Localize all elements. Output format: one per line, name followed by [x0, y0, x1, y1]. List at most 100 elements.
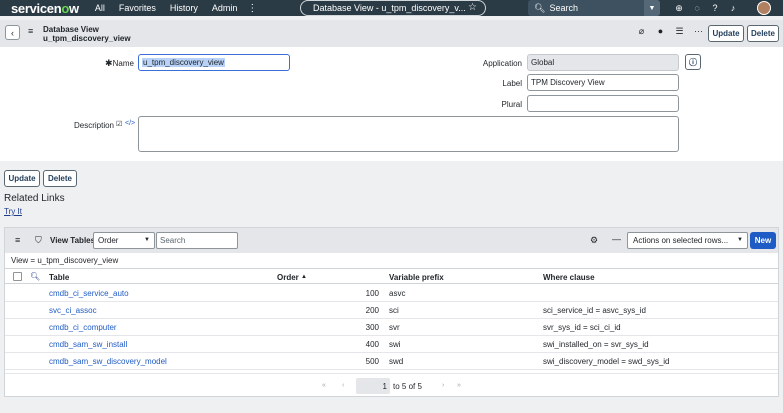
row-prefix: svr — [389, 323, 400, 332]
name-label: Name — [112, 59, 134, 68]
description-label: Description — [73, 121, 114, 130]
col-where-clause[interactable]: Where clause — [543, 273, 595, 282]
last-page-icon[interactable]: » — [457, 382, 461, 389]
nav-admin[interactable]: Admin — [212, 3, 238, 13]
page-number-input[interactable]: 1 — [356, 378, 390, 394]
row-order: 300 — [365, 323, 379, 332]
update-button-top[interactable]: Update — [708, 25, 744, 42]
chat-icon[interactable]: ◌ — [688, 3, 706, 13]
logo-text-end: w — [69, 0, 79, 16]
search-field-select[interactable]: Order ▼ — [93, 232, 155, 249]
new-button[interactable]: New — [750, 232, 776, 249]
settings-sliders-icon[interactable]: ☰ — [670, 26, 689, 37]
back-button[interactable]: ‹ — [5, 25, 20, 40]
col-table[interactable]: Table — [49, 273, 69, 282]
row-table-link[interactable]: cmdb_ci_service_auto — [49, 289, 129, 298]
logo-text-o: o — [61, 0, 70, 16]
logo-text-start: servicen — [11, 0, 62, 16]
more-menu-icon[interactable]: ⋮ — [247, 3, 257, 14]
row-table-link[interactable]: cmdb_sam_sw_discovery_model — [49, 357, 167, 366]
user-avatar[interactable] — [757, 1, 771, 15]
form-context-menu-icon[interactable]: ≡ — [28, 26, 33, 36]
table-row: cmdb_sam_sw_install 400 swi swi_installe… — [5, 336, 778, 353]
list-header: ≡ ⛉ View Tables Order ▼ Search ⚙ — Actio… — [5, 228, 778, 253]
top-navigation-bar: servicenow All Favorites History Admin ⋮… — [0, 0, 783, 16]
col-variable-prefix[interactable]: Variable prefix — [389, 273, 444, 282]
delete-button-top[interactable]: Delete — [747, 25, 779, 42]
table-row: svc_ci_assoc 200 sci sci_service_id = as… — [5, 302, 778, 319]
attachment-icon[interactable]: ⌀ — [632, 26, 651, 37]
list-menu-icon[interactable]: ≡ — [15, 235, 20, 245]
first-page-icon[interactable]: « — [322, 382, 326, 389]
name-value: u_tpm_discovery_view — [142, 58, 225, 67]
spell-check-icon[interactable]: ☑ — [116, 120, 122, 128]
plural-input[interactable] — [527, 95, 679, 112]
row-table-link[interactable]: svc_ci_assoc — [49, 306, 97, 315]
row-where: swi_installed_on = svr_sys_id — [543, 340, 649, 349]
select-all-checkbox[interactable] — [13, 272, 22, 281]
gear-icon[interactable]: ⚙ — [590, 235, 598, 246]
actions-value: Actions on selected rows... — [633, 236, 729, 245]
list-title: View Tables — [50, 236, 96, 245]
page-range-text: to 5 of 5 — [393, 382, 422, 391]
list-search-input[interactable]: Search — [156, 232, 238, 249]
info-icon[interactable]: ⓘ — [685, 54, 701, 70]
try-it-link[interactable]: Try It — [4, 207, 22, 216]
application-field: Global — [527, 54, 679, 71]
label-label: Label — [502, 79, 522, 88]
row-prefix: sci — [389, 306, 399, 315]
form-body: ✱ Name u_tpm_discovery_view Application … — [0, 47, 783, 161]
name-input[interactable]: u_tpm_discovery_view — [138, 54, 290, 71]
table-row: cmdb_sam_sw_discovery_model 500 swd swi_… — [5, 353, 778, 370]
previous-page-icon[interactable]: ‹ — [342, 382, 344, 389]
more-options-icon[interactable]: ··· — [689, 26, 708, 37]
favorite-star-icon[interactable]: ☆ — [468, 2, 477, 13]
form-header: ‹ ≡ Database View u_tpm_discovery_view ⌀… — [0, 20, 783, 47]
col-order[interactable]: Order — [277, 273, 299, 282]
list-pager: « ‹ 1 to 5 of 5 › » — [5, 373, 778, 397]
description-textarea[interactable] — [138, 116, 679, 152]
row-where: svr_sys_id = sci_ci_id — [543, 323, 621, 332]
row-prefix: swd — [389, 357, 404, 366]
row-order: 500 — [365, 357, 379, 366]
nav-history[interactable]: History — [170, 3, 198, 13]
row-table-link[interactable]: cmdb_sam_sw_install — [49, 340, 127, 349]
label-input[interactable]: TPM Discovery View — [527, 74, 679, 91]
chevron-down-icon: ▼ — [144, 237, 150, 243]
help-circle-icon[interactable]: ● — [651, 26, 670, 37]
collapse-icon[interactable]: — — [612, 234, 621, 244]
update-button-bottom[interactable]: Update — [4, 170, 40, 187]
view-tables-list: ≡ ⛉ View Tables Order ▼ Search ⚙ — Actio… — [4, 227, 779, 397]
column-search-icon[interactable]: 🔍︎ — [30, 272, 40, 281]
list-breadcrumb[interactable]: View = u_tpm_discovery_view — [11, 256, 118, 265]
delete-button-bottom[interactable]: Delete — [43, 170, 77, 187]
nav-all[interactable]: All — [95, 3, 105, 13]
column-header-row: 🔍︎ Table Order ▲ Variable prefix Where c… — [5, 268, 778, 284]
context-title: Database View - u_tpm_discovery_v... — [313, 3, 466, 13]
help-icon[interactable]: ? — [706, 3, 724, 13]
search-field-value: Order — [98, 236, 119, 245]
notifications-bell-icon[interactable]: ♪ — [724, 3, 742, 13]
table-row: cmdb_ci_computer 300 svr svr_sys_id = sc… — [5, 319, 778, 336]
row-order: 400 — [365, 340, 379, 349]
actions-select[interactable]: Actions on selected rows... ▼ — [627, 232, 748, 249]
row-where: swi_discovery_model = swd_sys_id — [543, 357, 670, 366]
context-title-pill[interactable]: Database View - u_tpm_discovery_v... ☆ — [300, 0, 486, 16]
search-dropdown-icon[interactable]: ▼ — [644, 0, 660, 16]
row-where: sci_service_id = asvc_sys_id — [543, 306, 646, 315]
search-icon: 🔍︎ — [534, 2, 546, 13]
code-icon[interactable]: </> — [125, 120, 135, 127]
form-record-name: u_tpm_discovery_view — [43, 34, 131, 43]
global-search-input[interactable]: 🔍︎ Search ▼ — [528, 0, 660, 16]
chevron-down-icon: ▼ — [737, 237, 743, 243]
application-label: Application — [482, 59, 522, 68]
next-page-icon[interactable]: › — [442, 382, 444, 389]
nav-favorites[interactable]: Favorites — [119, 3, 156, 13]
chevron-left-icon: ‹ — [11, 27, 14, 38]
filter-icon[interactable]: ⛉ — [35, 235, 42, 246]
related-links-heading: Related Links — [4, 193, 65, 204]
row-table-link[interactable]: cmdb_ci_computer — [49, 323, 117, 332]
servicenow-logo[interactable]: servicenow — [11, 1, 79, 16]
row-prefix: asvc — [389, 289, 406, 298]
globe-icon[interactable]: ⊕ — [670, 3, 688, 14]
